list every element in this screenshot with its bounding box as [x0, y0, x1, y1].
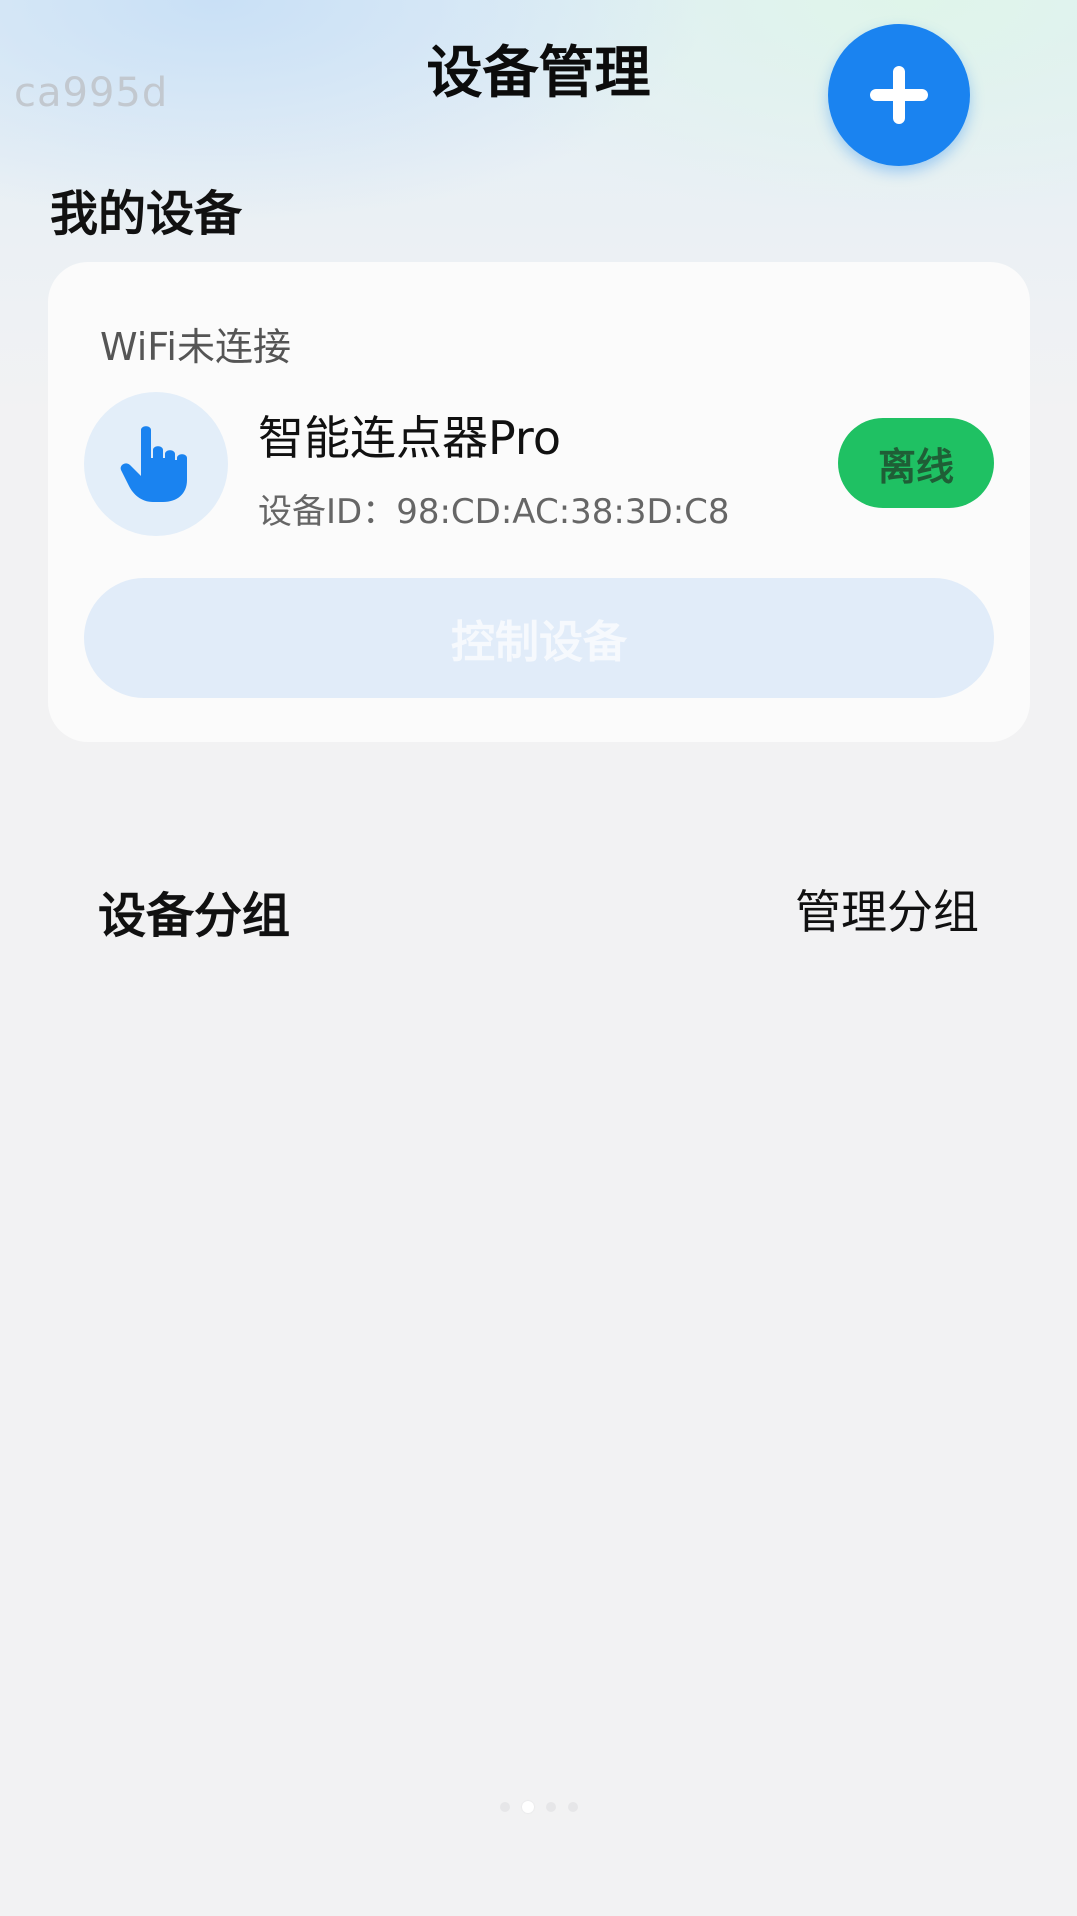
page-dot-active	[521, 1801, 534, 1813]
page-dot	[567, 1802, 578, 1812]
manage-groups-link[interactable]: 管理分组	[795, 876, 979, 942]
device-avatar	[84, 392, 228, 536]
device-groups-title: 设备分组	[98, 888, 291, 944]
status-badge: 离线	[838, 418, 994, 508]
device-id: 设备ID：98:CD:AC:38:3D:C8	[258, 492, 730, 532]
wifi-status: WiFi未连接	[100, 325, 291, 369]
my-devices-title: 我的设备	[50, 186, 243, 242]
tap-hand-icon	[120, 426, 187, 502]
device-card[interactable]: WiFi未连接 智能连点器Pro 设备ID：98:CD:AC:38:3D:C8 …	[48, 262, 1030, 742]
device-name: 智能连点器Pro	[258, 411, 561, 465]
page-dot	[499, 1802, 510, 1812]
control-device-button[interactable]: 控制设备	[84, 578, 994, 698]
add-device-button[interactable]	[828, 24, 970, 166]
plus-icon	[870, 66, 928, 124]
page-dot	[545, 1802, 556, 1812]
page-indicator	[0, 1801, 1077, 1813]
